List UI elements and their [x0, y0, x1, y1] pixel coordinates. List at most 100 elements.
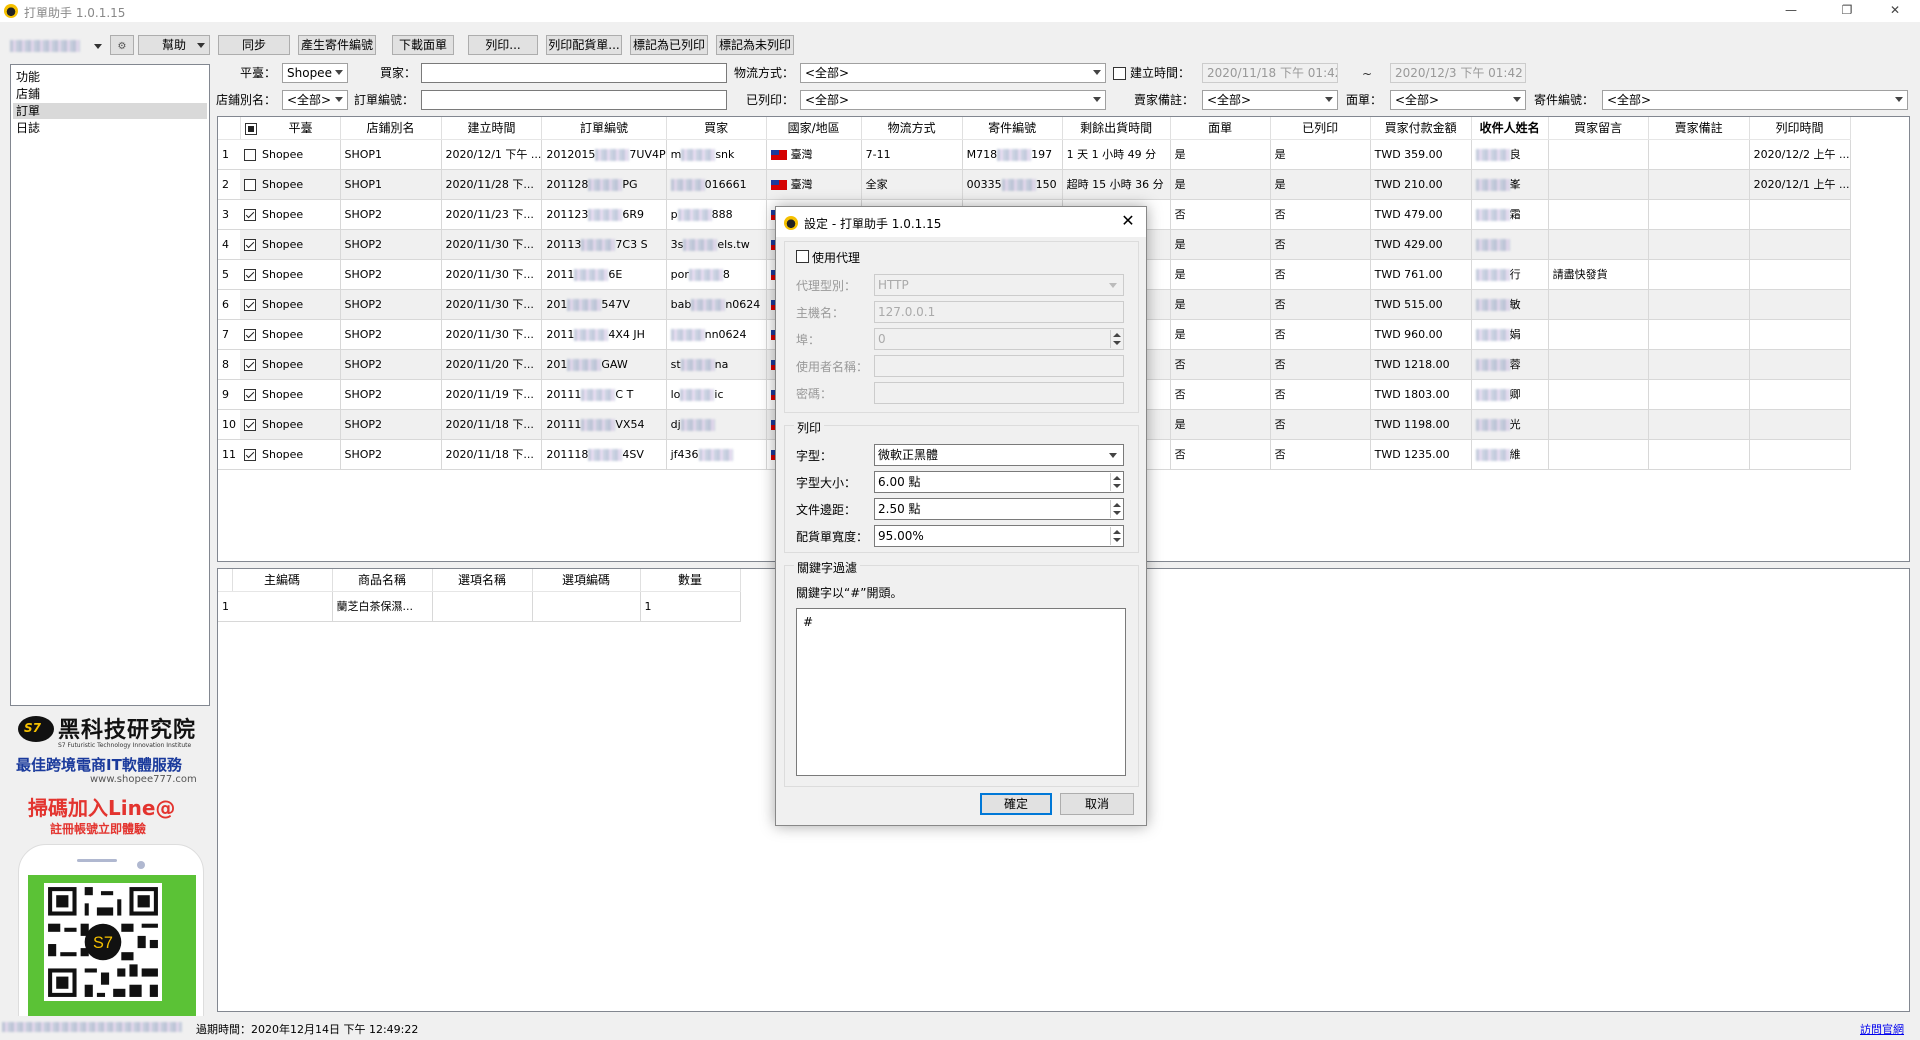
mark-unprinted-button[interactable]: 標記為未列印 [716, 35, 794, 55]
cell-platform[interactable]: Shopee [240, 199, 341, 230]
cell-platform[interactable]: Shopee [240, 439, 341, 470]
col-logistics[interactable]: 物流方式 [861, 117, 963, 140]
mark-printed-button[interactable]: 標記為已列印 [630, 35, 708, 55]
cell-platform[interactable]: Shopee [240, 409, 341, 440]
cell-platform[interactable]: Shopee [240, 319, 341, 350]
col-option-code[interactable]: 選項編碼 [532, 569, 641, 592]
cell-platform[interactable]: Shopee [240, 349, 341, 380]
cell-platform[interactable]: Shopee [240, 229, 341, 260]
visit-website-link[interactable]: 訪問官網 [1860, 1021, 1904, 1037]
dialog-close-icon[interactable]: ✕ [1116, 211, 1140, 230]
keyword-group-title: 關鍵字過濾 [794, 559, 861, 576]
table-row[interactable]: 1 蘭芝白茶保濕... 1 [218, 591, 741, 622]
seller-note-select[interactable]: <全部> [1202, 90, 1338, 110]
col-option-name[interactable]: 選項名稱 [432, 569, 533, 592]
col-platform[interactable]: 平臺 [240, 117, 341, 140]
col-buyer[interactable]: 買家 [666, 117, 767, 140]
col-recipient[interactable]: 收件人姓名 [1471, 117, 1549, 140]
col-product-name[interactable]: 商品名稱 [332, 569, 433, 592]
cell-platform[interactable]: Shopee [240, 259, 341, 290]
created-to-picker[interactable]: 2020/12/3 下午 01:42 [1390, 63, 1526, 83]
row-checkbox[interactable] [244, 328, 256, 341]
select-all-checkbox[interactable] [244, 122, 257, 135]
download-waybill-button[interactable]: 下載面單 [392, 35, 454, 55]
use-proxy-checkbox[interactable] [796, 250, 809, 263]
row-checkbox[interactable] [244, 268, 256, 281]
col-created[interactable]: 建立時間 [441, 117, 543, 140]
packing-width-spinner[interactable] [1110, 527, 1122, 545]
cell-platform[interactable]: Shopee [240, 139, 341, 170]
font-size-spinner[interactable] [1110, 473, 1122, 491]
printed-select[interactable]: <全部> [800, 90, 1106, 110]
sidebar-item-functions[interactable]: 功能 [13, 69, 207, 85]
row-checkbox[interactable] [244, 448, 256, 461]
col-printed[interactable]: 已列印 [1270, 117, 1371, 140]
password-input[interactable] [874, 382, 1124, 404]
margin-input[interactable]: 2.50 點 [874, 498, 1124, 520]
table-row[interactable]: 2 Shopee SHOP1 2020/11/28 下... 201128 PG 01666… [218, 169, 1851, 200]
order-number-input[interactable] [421, 90, 727, 110]
generate-tracking-button[interactable]: 產生寄件編號 [298, 35, 376, 55]
keyword-textarea[interactable]: # [796, 608, 1126, 776]
row-checkbox[interactable] [244, 178, 256, 191]
dialog-title-bar: 設定 - 打單助手 1.0.1.15 ✕ [776, 207, 1146, 237]
waybill-select[interactable]: <全部> [1390, 90, 1526, 110]
row-checkbox[interactable] [244, 358, 256, 371]
username-input[interactable] [874, 355, 1124, 377]
sidebar-item-stores[interactable]: 店鋪 [13, 86, 207, 102]
col-remaining-time[interactable]: 剩餘出貨時間 [1062, 117, 1171, 140]
ok-button[interactable]: 確定 [980, 793, 1052, 815]
created-time-checkbox[interactable] [1113, 67, 1126, 80]
sidebar-item-logs[interactable]: 日誌 [13, 120, 207, 136]
print-button[interactable]: 列印... [468, 35, 538, 55]
col-seller-note[interactable]: 賣家備註 [1648, 117, 1750, 140]
tracking-select[interactable]: <全部> [1602, 90, 1908, 110]
margin-spinner[interactable] [1110, 500, 1122, 518]
cell-order-number: 2012015 7UV4P [541, 139, 667, 170]
account-dropdown[interactable] [8, 38, 102, 54]
font-select[interactable]: 微軟正黑體 [874, 444, 1124, 466]
cell-platform[interactable]: Shopee [240, 379, 341, 410]
help-dropdown[interactable]: 幫助 [138, 35, 210, 55]
col-buyer-message[interactable]: 買家留言 [1548, 117, 1649, 140]
col-waybill[interactable]: 面單 [1170, 117, 1271, 140]
logistics-select[interactable]: <全部> [800, 63, 1106, 83]
row-checkbox[interactable] [244, 298, 256, 311]
cell-platform[interactable]: Shopee [240, 169, 341, 200]
col-sku[interactable]: 主編碼 [232, 569, 333, 592]
sync-button[interactable]: 同步 [218, 35, 290, 55]
platform-select[interactable]: Shopee [282, 63, 348, 83]
host-input[interactable]: 127.0.0.1 [874, 301, 1124, 323]
minimize-icon[interactable]: — [1768, 0, 1814, 22]
buyer-input[interactable] [421, 63, 727, 83]
col-print-time[interactable]: 列印時間 [1749, 117, 1851, 140]
col-tracking[interactable]: 寄件編號 [962, 117, 1063, 140]
row-checkbox[interactable] [244, 238, 256, 251]
row-checkbox[interactable] [244, 148, 256, 161]
restore-icon[interactable]: ❐ [1824, 0, 1870, 22]
close-icon[interactable]: ✕ [1872, 0, 1918, 22]
packing-width-input[interactable]: 95.00% [874, 525, 1124, 547]
cancel-button[interactable]: 取消 [1060, 793, 1134, 815]
settings-button[interactable]: ⚙ [110, 35, 134, 55]
col-amount[interactable]: 買家付款金額 [1370, 117, 1472, 140]
row-checkbox[interactable] [244, 388, 256, 401]
col-country[interactable]: 國家/地區 [766, 117, 862, 140]
cell-platform[interactable]: Shopee [240, 289, 341, 320]
port-input[interactable]: 0 [874, 328, 1124, 350]
cell-order-number: 2011 6E [541, 259, 667, 290]
created-from-picker[interactable]: 2020/11/18 下午 01:42 [1202, 63, 1338, 83]
table-row[interactable]: 1 Shopee SHOP1 2020/12/1 下午 ... 2012015 7UV4P… [218, 139, 1851, 170]
print-packing-list-button[interactable]: 列印配貨單... [546, 35, 622, 55]
row-checkbox[interactable] [244, 208, 256, 221]
col-store[interactable]: 店鋪別名 [340, 117, 442, 140]
row-checkbox[interactable] [244, 418, 256, 431]
store-select[interactable]: <全部> [282, 90, 348, 110]
proxy-type-select[interactable]: HTTP [874, 274, 1124, 296]
port-spinner[interactable] [1110, 330, 1122, 348]
font-size-input[interactable]: 6.00 點 [874, 471, 1124, 493]
col-order-number[interactable]: 訂單編號 [541, 117, 667, 140]
col-quantity[interactable]: 數量 [640, 569, 741, 592]
sidebar-item-orders[interactable]: 訂單 [13, 103, 207, 119]
order-prefix: 201128 [546, 177, 589, 191]
